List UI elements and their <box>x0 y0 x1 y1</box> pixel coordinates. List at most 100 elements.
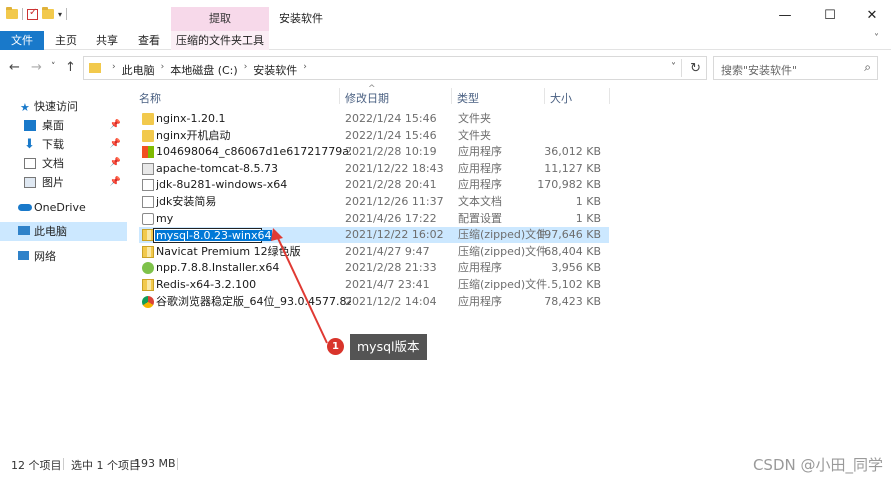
rename-selected-text: mysql-8.0.23-winx64 <box>155 229 273 243</box>
pin-icon[interactable]: 📌 <box>110 154 121 173</box>
file-name: my <box>156 211 174 225</box>
divider <box>22 8 23 20</box>
cloud-icon <box>18 204 32 211</box>
chevron-right-icon[interactable]: › <box>244 62 248 78</box>
file-name: nginx-1.20.1 <box>156 112 226 125</box>
config-file-icon <box>142 212 154 225</box>
breadcrumb-local-disk[interactable]: 本地磁盘 (C:) <box>170 62 237 78</box>
column-divider[interactable] <box>609 88 610 104</box>
nav-this-pc[interactable]: 此电脑 <box>0 222 127 241</box>
npp-icon <box>142 262 154 275</box>
pin-icon[interactable]: 📌 <box>110 173 121 192</box>
divider <box>63 458 64 470</box>
column-name[interactable]: 名称 <box>139 90 161 106</box>
minimize-button[interactable]: — <box>770 6 800 26</box>
tab-home[interactable]: 主页 <box>55 31 77 50</box>
maximize-button[interactable]: ☐ <box>815 6 845 26</box>
back-icon[interactable]: ← <box>9 60 20 75</box>
file-date: 2022/1/24 15:46 <box>345 128 437 142</box>
refresh-icon[interactable]: ↻ <box>690 61 701 76</box>
tab-compressed-folder-tools[interactable]: 压缩的文件夹工具 <box>171 31 269 50</box>
column-size[interactable]: 大小 <box>550 90 572 106</box>
table-row[interactable]: Navicat Premium 12绿色版 2021/4/27 9:47 压缩(… <box>139 244 609 260</box>
pin-icon[interactable]: 📌 <box>110 135 121 154</box>
column-divider[interactable] <box>451 88 452 104</box>
table-row[interactable]: 谷歌浏览器稳定版_64位_93.0.4577.82 2021/12/2 14:0… <box>139 294 609 310</box>
navigation-pane: ★ 快速访问 桌面 📌 ⬇ 下载 📌 文档 📌 图片 📌 OneDrive 此电… <box>0 90 131 450</box>
table-row[interactable]: jdk-8u281-windows-x64 2021/2/28 20:41 应用… <box>139 177 609 193</box>
search-placeholder: 搜索"安装软件" <box>721 64 798 77</box>
pin-icon[interactable]: 📌 <box>110 116 121 135</box>
breadcrumb-this-pc[interactable]: 此电脑 <box>122 62 155 78</box>
address-bar[interactable]: › 此电脑 › 本地磁盘 (C:) › 安装软件 › ˅ ↻ <box>83 56 707 80</box>
table-row[interactable]: nginx开机启动 2022/1/24 15:46 文件夹 <box>139 128 609 144</box>
search-icon[interactable]: ⌕ <box>864 60 871 75</box>
nav-label: 图片 <box>42 176 64 189</box>
file-size: 36,012 KB <box>544 145 601 159</box>
nav-onedrive[interactable]: OneDrive <box>0 198 127 217</box>
folder-icon <box>142 113 154 125</box>
chevron-down-icon[interactable]: ˅ <box>671 62 676 73</box>
chevron-right-icon[interactable]: › <box>161 62 165 78</box>
properties-icon[interactable] <box>27 7 38 20</box>
file-date: 2021/12/22 18:43 <box>345 161 444 175</box>
tab-file[interactable]: 文件 <box>0 31 44 50</box>
tab-view[interactable]: 查看 <box>138 31 160 50</box>
close-button[interactable]: ✕ <box>857 6 887 26</box>
nav-network[interactable]: 网络 <box>0 247 127 266</box>
nav-item-downloads[interactable]: ⬇ 下载 📌 <box>0 135 127 154</box>
file-size: 5,102 KB <box>551 278 601 291</box>
file-type: 压缩(zipped)文件... <box>458 244 550 258</box>
table-row[interactable]: Redis-x64-3.2.100 2021/4/7 23:41 压缩(zipp… <box>139 277 609 293</box>
document-icon <box>24 158 36 169</box>
file-size: 78,423 KB <box>544 294 601 308</box>
file-name: nginx开机启动 <box>156 128 231 142</box>
table-row[interactable]: 104698064_c86067d1e61721779a234... 2021/… <box>139 144 609 160</box>
tab-share[interactable]: 共享 <box>96 31 118 50</box>
column-divider[interactable] <box>544 88 545 104</box>
table-row[interactable]: apache-tomcat-8.5.73 2021/12/22 18:43 应用… <box>139 161 609 177</box>
file-name: Navicat Premium 12绿色版 <box>156 244 301 258</box>
table-row[interactable]: jdk安装简易 2021/12/26 11:37 文本文档 1 KB <box>139 194 609 210</box>
nav-label: OneDrive <box>34 201 86 214</box>
file-type: 应用程序 <box>458 161 502 175</box>
file-type: 压缩(zipped)文件... <box>458 278 550 291</box>
context-tab-extract[interactable]: 提取 <box>171 7 269 31</box>
nav-quick-access[interactable]: ★ 快速访问 <box>0 97 127 116</box>
table-row[interactable]: my 2021/4/26 17:22 配置设置 1 KB <box>139 211 609 227</box>
recent-chevron-icon[interactable]: ˅ <box>51 62 56 72</box>
exe-icon <box>142 146 154 159</box>
folder-icon[interactable] <box>6 7 18 19</box>
desktop-icon <box>24 120 36 131</box>
column-type[interactable]: 类型 <box>457 90 479 106</box>
nav-label: 网络 <box>34 250 56 263</box>
chevron-down-icon[interactable]: ▾ <box>58 10 62 19</box>
file-name: npp.7.8.8.Installer.x64 <box>156 261 280 275</box>
nav-item-documents[interactable]: 文档 📌 <box>0 154 127 173</box>
table-row[interactable]: npp.7.8.8.Installer.x64 2021/2/28 21:33 … <box>139 260 609 276</box>
chevron-down-icon[interactable]: ˅ <box>874 33 879 44</box>
chevron-right-icon[interactable]: › <box>303 62 307 78</box>
column-date[interactable]: 修改日期 <box>345 90 389 106</box>
forward-icon[interactable]: → <box>31 60 42 75</box>
download-icon: ⬇ <box>24 137 35 152</box>
status-size: 193 MB <box>134 457 176 470</box>
table-row[interactable]: nginx-1.20.1 2022/1/24 15:46 文件夹 <box>139 111 609 127</box>
nav-item-desktop[interactable]: 桌面 📌 <box>0 116 127 135</box>
file-date: 2021/12/26 11:37 <box>345 195 444 208</box>
search-input[interactable]: 搜索"安装软件" ⌕ <box>713 56 878 80</box>
table-row-selected[interactable]: mysql-8.0.23-winx64 2021/12/22 16:02 压缩(… <box>139 227 609 244</box>
file-size: 1 KB <box>575 211 601 225</box>
up-icon[interactable]: ↑ <box>65 60 76 75</box>
file-type: 应用程序 <box>458 261 502 275</box>
nav-label: 下载 <box>42 138 64 151</box>
new-folder-icon[interactable] <box>42 7 54 19</box>
breadcrumb-install-software[interactable]: 安装软件 <box>253 62 297 78</box>
breadcrumb: › 此电脑 › 本地磁盘 (C:) › 安装软件 › <box>112 62 307 78</box>
nav-item-pictures[interactable]: 图片 📌 <box>0 173 127 192</box>
window-title: 安装软件 <box>279 12 323 25</box>
title-bar: ▾ 提取 安装软件 — ☐ ✕ <box>0 0 891 31</box>
chevron-right-icon[interactable]: › <box>112 62 116 78</box>
column-divider[interactable] <box>339 88 340 104</box>
rename-input[interactable]: mysql-8.0.23-winx64 <box>153 228 273 244</box>
